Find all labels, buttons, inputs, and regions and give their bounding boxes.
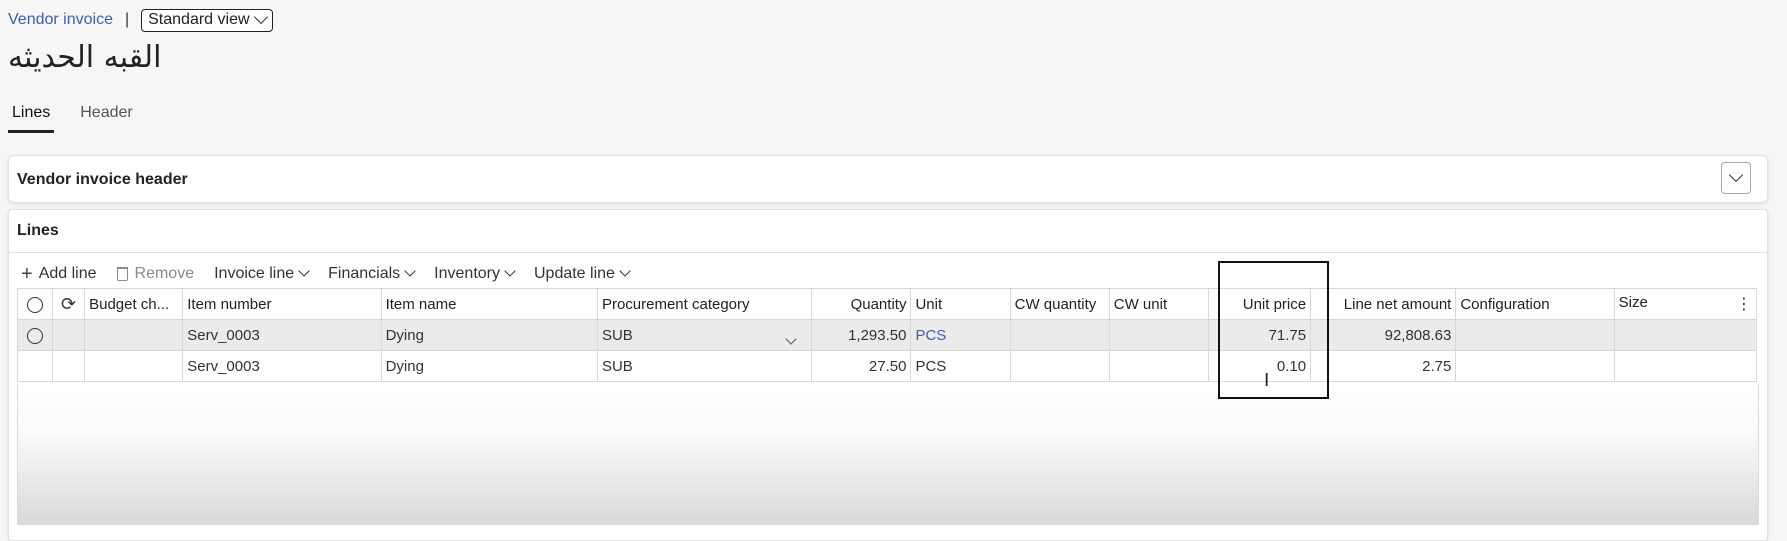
cw-quantity-cell[interactable] xyxy=(1009,319,1110,351)
inventory-menu[interactable]: Inventory xyxy=(434,265,516,283)
procurement-category-cell[interactable]: SUB xyxy=(596,350,813,382)
chevron-down-icon xyxy=(504,265,516,277)
trash-icon xyxy=(116,267,128,281)
view-selector-label: Standard view xyxy=(148,10,250,28)
table-row[interactable]: Serv_0003 Dying SUB 27.50 PCS 0.10 2.75 xyxy=(16,350,1758,382)
unit-cell[interactable]: PCS xyxy=(910,350,1011,382)
row-select-radio[interactable] xyxy=(27,327,44,344)
refresh-column[interactable]: ⟳ xyxy=(52,288,86,320)
section-title: Lines xyxy=(17,222,59,239)
row-select-cell[interactable] xyxy=(16,350,54,382)
line-net-amount-cell[interactable]: 92,808.63 xyxy=(1310,319,1457,351)
row-select-cell[interactable] xyxy=(16,319,54,351)
grid-empty-area xyxy=(17,385,1759,525)
item-name-cell[interactable]: Dying xyxy=(380,319,598,351)
select-all-column[interactable] xyxy=(16,288,54,320)
add-line-button[interactable]: + Add line xyxy=(21,263,97,285)
financials-label: Financials xyxy=(328,265,401,282)
more-options-icon[interactable]: ⋮ xyxy=(1736,294,1752,314)
column-line-net-amount[interactable]: Line net amount xyxy=(1310,288,1457,320)
breadcrumb-vendor-invoice-link[interactable]: Vendor invoice xyxy=(8,11,113,29)
cw-unit-cell[interactable] xyxy=(1108,350,1209,382)
remove-label: Remove xyxy=(134,265,195,282)
quantity-cell[interactable]: 1,293.50 xyxy=(811,319,912,351)
expand-section-button[interactable] xyxy=(1721,162,1751,194)
column-size[interactable]: Size ⋮ xyxy=(1613,288,1758,320)
table-row[interactable]: Serv_0003 Dying SUB 1,293.50 PCS 71.75 9… xyxy=(16,319,1758,351)
column-configuration[interactable]: Configuration xyxy=(1455,288,1615,320)
inventory-label: Inventory xyxy=(434,265,500,282)
breadcrumb-separator: | xyxy=(124,11,130,28)
divider xyxy=(9,252,1767,253)
procurement-category-value: SUB xyxy=(601,326,633,344)
select-all-radio[interactable] xyxy=(27,296,44,313)
chevron-down-icon xyxy=(253,9,268,24)
item-number-cell[interactable]: Serv_0003 xyxy=(182,319,382,351)
chevron-down-icon xyxy=(404,265,416,277)
chevron-down-icon xyxy=(298,265,310,277)
add-line-label: Add line xyxy=(38,265,97,282)
configuration-cell[interactable] xyxy=(1455,350,1615,382)
column-quantity[interactable]: Quantity xyxy=(811,288,912,320)
column-size-label: Size xyxy=(1618,294,1648,311)
update-line-label: Update line xyxy=(533,265,615,282)
column-item-number[interactable]: Item number xyxy=(182,288,382,320)
page-title: القبه الحديثه xyxy=(8,40,162,75)
tab-header[interactable]: Header xyxy=(76,100,136,133)
section-title: Vendor invoice header xyxy=(17,171,188,188)
tab-bar: Lines Header xyxy=(8,100,137,133)
tab-lines[interactable]: Lines xyxy=(8,100,55,133)
view-selector-button[interactable]: Standard view xyxy=(141,8,273,32)
text-cursor-icon: Ι xyxy=(1264,370,1270,391)
unit-price-highlight-box xyxy=(1218,261,1329,399)
budget-cell[interactable] xyxy=(84,319,184,351)
remove-button[interactable]: Remove xyxy=(116,265,195,283)
chevron-down-icon[interactable] xyxy=(785,332,797,345)
grid-header-row: ⟳ Budget ch... Item number Item name Pro… xyxy=(16,288,1758,320)
column-procurement-category[interactable]: Procurement category xyxy=(596,288,813,320)
chevron-down-icon xyxy=(1728,167,1744,183)
column-item-name[interactable]: Item name xyxy=(380,288,598,320)
cw-quantity-cell[interactable] xyxy=(1009,350,1110,382)
row-refresh-cell xyxy=(52,319,86,351)
item-name-cell[interactable]: Dying xyxy=(380,350,598,382)
invoice-line-label: Invoice line xyxy=(214,265,295,282)
lines-grid: ⟳ Budget ch... Item number Item name Pro… xyxy=(16,288,1758,382)
cw-unit-cell[interactable] xyxy=(1108,319,1209,351)
column-budget[interactable]: Budget ch... xyxy=(84,288,184,320)
unit-link[interactable]: PCS xyxy=(915,327,946,344)
plus-icon: + xyxy=(21,263,33,285)
invoice-line-menu[interactable]: Invoice line xyxy=(214,265,310,283)
column-cw-unit[interactable]: CW unit xyxy=(1108,288,1209,320)
item-number-cell[interactable]: Serv_0003 xyxy=(182,350,382,382)
vendor-invoice-header-section[interactable]: Vendor invoice header xyxy=(8,155,1768,203)
size-cell[interactable] xyxy=(1613,350,1758,382)
configuration-cell[interactable] xyxy=(1455,319,1615,351)
lines-toolbar: + Add line Remove Invoice line Financial… xyxy=(21,258,649,290)
row-refresh-cell xyxy=(52,350,86,382)
refresh-icon[interactable]: ⟳ xyxy=(61,294,76,314)
quantity-cell[interactable]: 27.50 xyxy=(811,350,912,382)
update-line-menu[interactable]: Update line xyxy=(533,265,631,283)
size-cell[interactable] xyxy=(1613,319,1758,351)
financials-menu[interactable]: Financials xyxy=(328,265,416,283)
line-net-amount-cell[interactable]: 2.75 xyxy=(1310,350,1457,382)
column-cw-quantity[interactable]: CW quantity xyxy=(1009,288,1110,320)
procurement-category-cell[interactable]: SUB xyxy=(596,319,813,351)
breadcrumb: Vendor invoice | Standard view xyxy=(8,8,273,32)
column-unit[interactable]: Unit xyxy=(910,288,1011,320)
chevron-down-icon xyxy=(619,265,631,277)
budget-cell[interactable] xyxy=(84,350,184,382)
unit-cell[interactable]: PCS xyxy=(910,319,1011,351)
